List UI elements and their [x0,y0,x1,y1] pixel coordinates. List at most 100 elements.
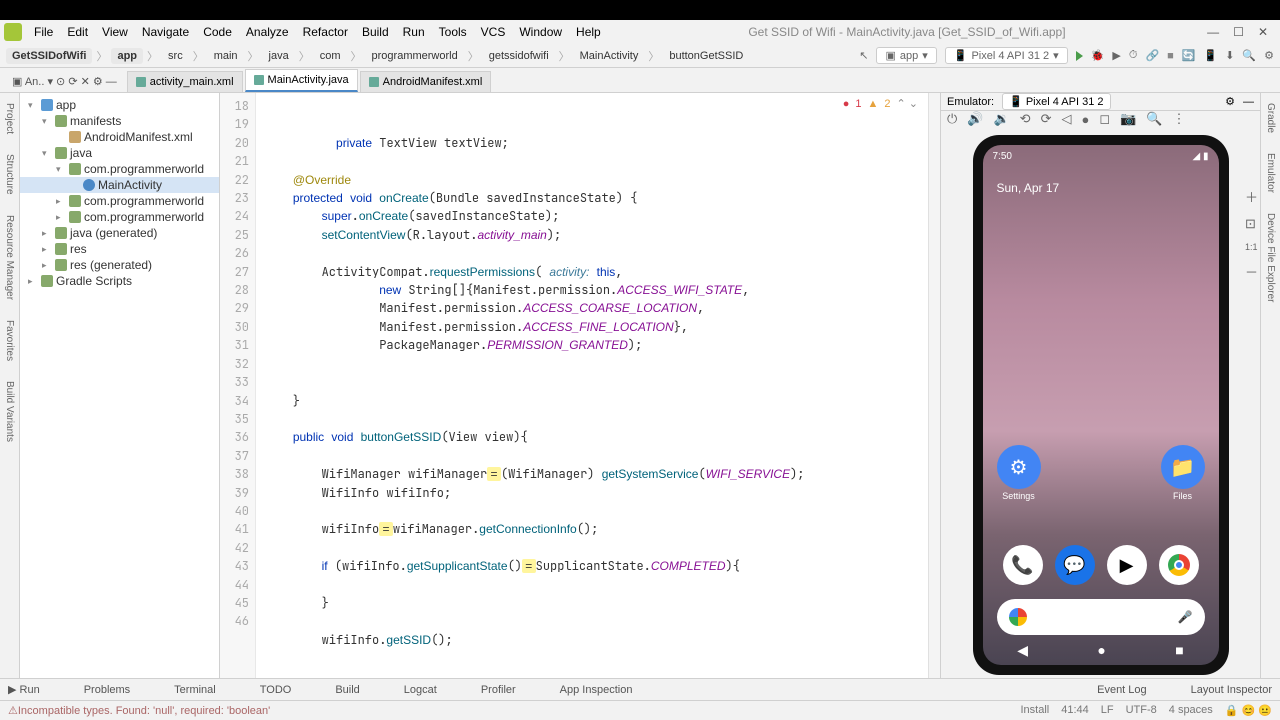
minimize-button[interactable]: — [1207,25,1219,39]
tree-node[interactable]: ▾app [20,97,219,113]
bottom-tool-build[interactable]: Build [335,684,359,696]
breadcrumb-item[interactable]: src [162,48,189,64]
play-store-app[interactable]: ▶ [1107,545,1147,585]
chrome-app[interactable] [1159,545,1199,585]
bottom-tool-event-log[interactable]: Event Log [1097,684,1147,696]
bottom-tool-layout-inspector[interactable]: Layout Inspector [1191,684,1272,696]
zoom-in-icon[interactable]: ＋ [1245,187,1258,206]
mic-icon[interactable]: 🎤 [1178,610,1193,624]
tree-node[interactable]: ▸java (generated) [20,225,219,241]
power-icon[interactable]: ⏻ [947,111,957,127]
settings-icon[interactable]: ⚙ [1264,49,1274,62]
emulator-hide-icon[interactable]: — [1243,96,1254,108]
close-button[interactable]: ✕ [1258,25,1268,39]
attach-button[interactable]: 🔗 [1145,49,1159,62]
emulator-settings-icon[interactable]: ⚙ [1225,95,1235,108]
menu-refactor[interactable]: Refactor [297,23,354,41]
search-icon[interactable]: 🔍 [1242,49,1256,62]
sync-button[interactable]: 🔄 [1182,49,1196,62]
file-encoding[interactable]: UTF-8 [1126,704,1157,717]
volume-up-icon[interactable]: 🔊 [967,111,983,127]
tool-window-tab[interactable]: Resource Manager [4,215,15,300]
messages-app[interactable]: 💬 [1055,545,1095,585]
tree-node[interactable]: ▾manifests [20,113,219,129]
nav-back[interactable]: ◀ [1017,642,1028,659]
bottom-tool-problems[interactable]: Problems [84,684,130,696]
run-button[interactable] [1076,51,1083,61]
overview-icon[interactable]: ◻ [1099,111,1110,127]
menu-analyze[interactable]: Analyze [240,23,295,41]
menu-code[interactable]: Code [197,23,238,41]
menu-build[interactable]: Build [356,23,395,41]
breadcrumb-item[interactable]: java [263,48,295,64]
emulator-device[interactable]: 📱 Pixel 4 API 31 2 [1002,93,1110,110]
line-separator[interactable]: LF [1101,704,1114,717]
tool-window-tab[interactable]: Build Variants [4,381,15,442]
rotate-left-icon[interactable]: ⟲ [1020,111,1031,127]
stop-button[interactable]: ■ [1167,50,1174,62]
coverage-button[interactable]: ▶ [1112,49,1120,62]
settings-app[interactable]: ⚙ [997,445,1041,489]
indent-setting[interactable]: 4 spaces [1169,704,1213,717]
profile-button[interactable]: ⏱ [1129,49,1138,62]
avd-button[interactable]: 📱 [1204,49,1218,62]
bottom-tool-todo[interactable]: TODO [260,684,292,696]
phone-app[interactable]: 📞 [1003,545,1043,585]
breadcrumb-item[interactable]: app [111,48,143,64]
sdk-button[interactable]: ⬇ [1225,49,1234,62]
screenshot-icon[interactable]: 📷 [1120,111,1136,127]
tree-node[interactable]: ▸Gradle Scripts [20,273,219,289]
editor-tab[interactable]: activity_main.xml [127,71,243,92]
tool-window-tab[interactable]: Device File Explorer [1265,213,1276,302]
breadcrumb-item[interactable]: programmerworld [366,48,464,64]
code-area[interactable]: ●1 ▲2 ⌃ ⌄ private TextView textView; @Ov… [256,93,928,678]
nav-home[interactable]: ● [1097,642,1105,658]
tree-node[interactable]: ▾java [20,145,219,161]
zoom-out-icon[interactable]: － [1245,262,1258,281]
maximize-button[interactable]: ☐ [1233,25,1244,39]
device-screen[interactable]: 7:50◢ ▮ Sun, Apr 17 ⚙ Settings 📁 Files 📞… [983,145,1219,665]
module-selector[interactable]: ▣ app ▾ [876,47,936,64]
volume-down-icon[interactable]: 🔉 [993,111,1009,127]
tree-node[interactable]: AndroidManifest.xml [20,129,219,145]
bottom-tool-run[interactable]: ▶ Run [8,683,40,696]
debug-button[interactable]: 🐞 [1091,49,1105,62]
google-search-bar[interactable]: 🎤 [997,599,1205,635]
status-install[interactable]: Install [1020,704,1049,717]
menu-tools[interactable]: Tools [433,23,473,41]
zoom-11-icon[interactable]: 1:1 [1245,242,1258,252]
tree-node[interactable]: ▸com.programmerworld [20,193,219,209]
breadcrumb-item[interactable]: getssidofwifi [483,48,555,64]
menu-navigate[interactable]: Navigate [136,23,195,41]
tree-node[interactable]: ▸res (generated) [20,257,219,273]
tool-window-tab[interactable]: Emulator [1265,153,1276,193]
menu-view[interactable]: View [96,23,134,41]
nav-prev-icon[interactable]: ↖ [859,49,868,62]
editor-scrollbar[interactable] [928,93,940,678]
nav-recent[interactable]: ■ [1175,642,1183,658]
menu-vcs[interactable]: VCS [475,23,512,41]
editor-tab[interactable]: MainActivity.java [245,69,358,92]
tree-node[interactable]: MainActivity [20,177,219,193]
breadcrumb-item[interactable]: MainActivity [574,48,645,64]
menu-edit[interactable]: Edit [61,23,94,41]
breadcrumb-item[interactable]: com [314,48,347,64]
more-icon[interactable]: ⋮ [1173,111,1186,127]
menu-file[interactable]: File [28,23,59,41]
project-tree[interactable]: ▾app▾manifestsAndroidManifest.xml▾java▾c… [20,93,219,678]
tree-node[interactable]: ▸res [20,241,219,257]
tool-window-tab[interactable]: Gradle [1265,103,1276,133]
zoom-fit-icon[interactable]: ⊡ [1245,216,1258,232]
files-app[interactable]: 📁 [1161,445,1205,489]
tool-window-tab[interactable]: Project [4,103,15,134]
tree-node[interactable]: ▾com.programmerworld [20,161,219,177]
device-selector[interactable]: 📱 Pixel 4 API 31 2 ▾ [945,47,1068,64]
menu-help[interactable]: Help [570,23,607,41]
back-icon[interactable]: ◁ [1061,111,1071,127]
project-tool-label[interactable]: ▣ An.. ▾ ⊙ ⟳ ✕ ⚙ — [4,71,125,92]
menu-run[interactable]: Run [397,23,431,41]
bottom-tool-profiler[interactable]: Profiler [481,684,516,696]
breadcrumb-item[interactable]: main [208,48,244,64]
breadcrumb-item[interactable]: buttonGetSSID [663,48,749,64]
home-icon[interactable]: ● [1081,112,1089,127]
